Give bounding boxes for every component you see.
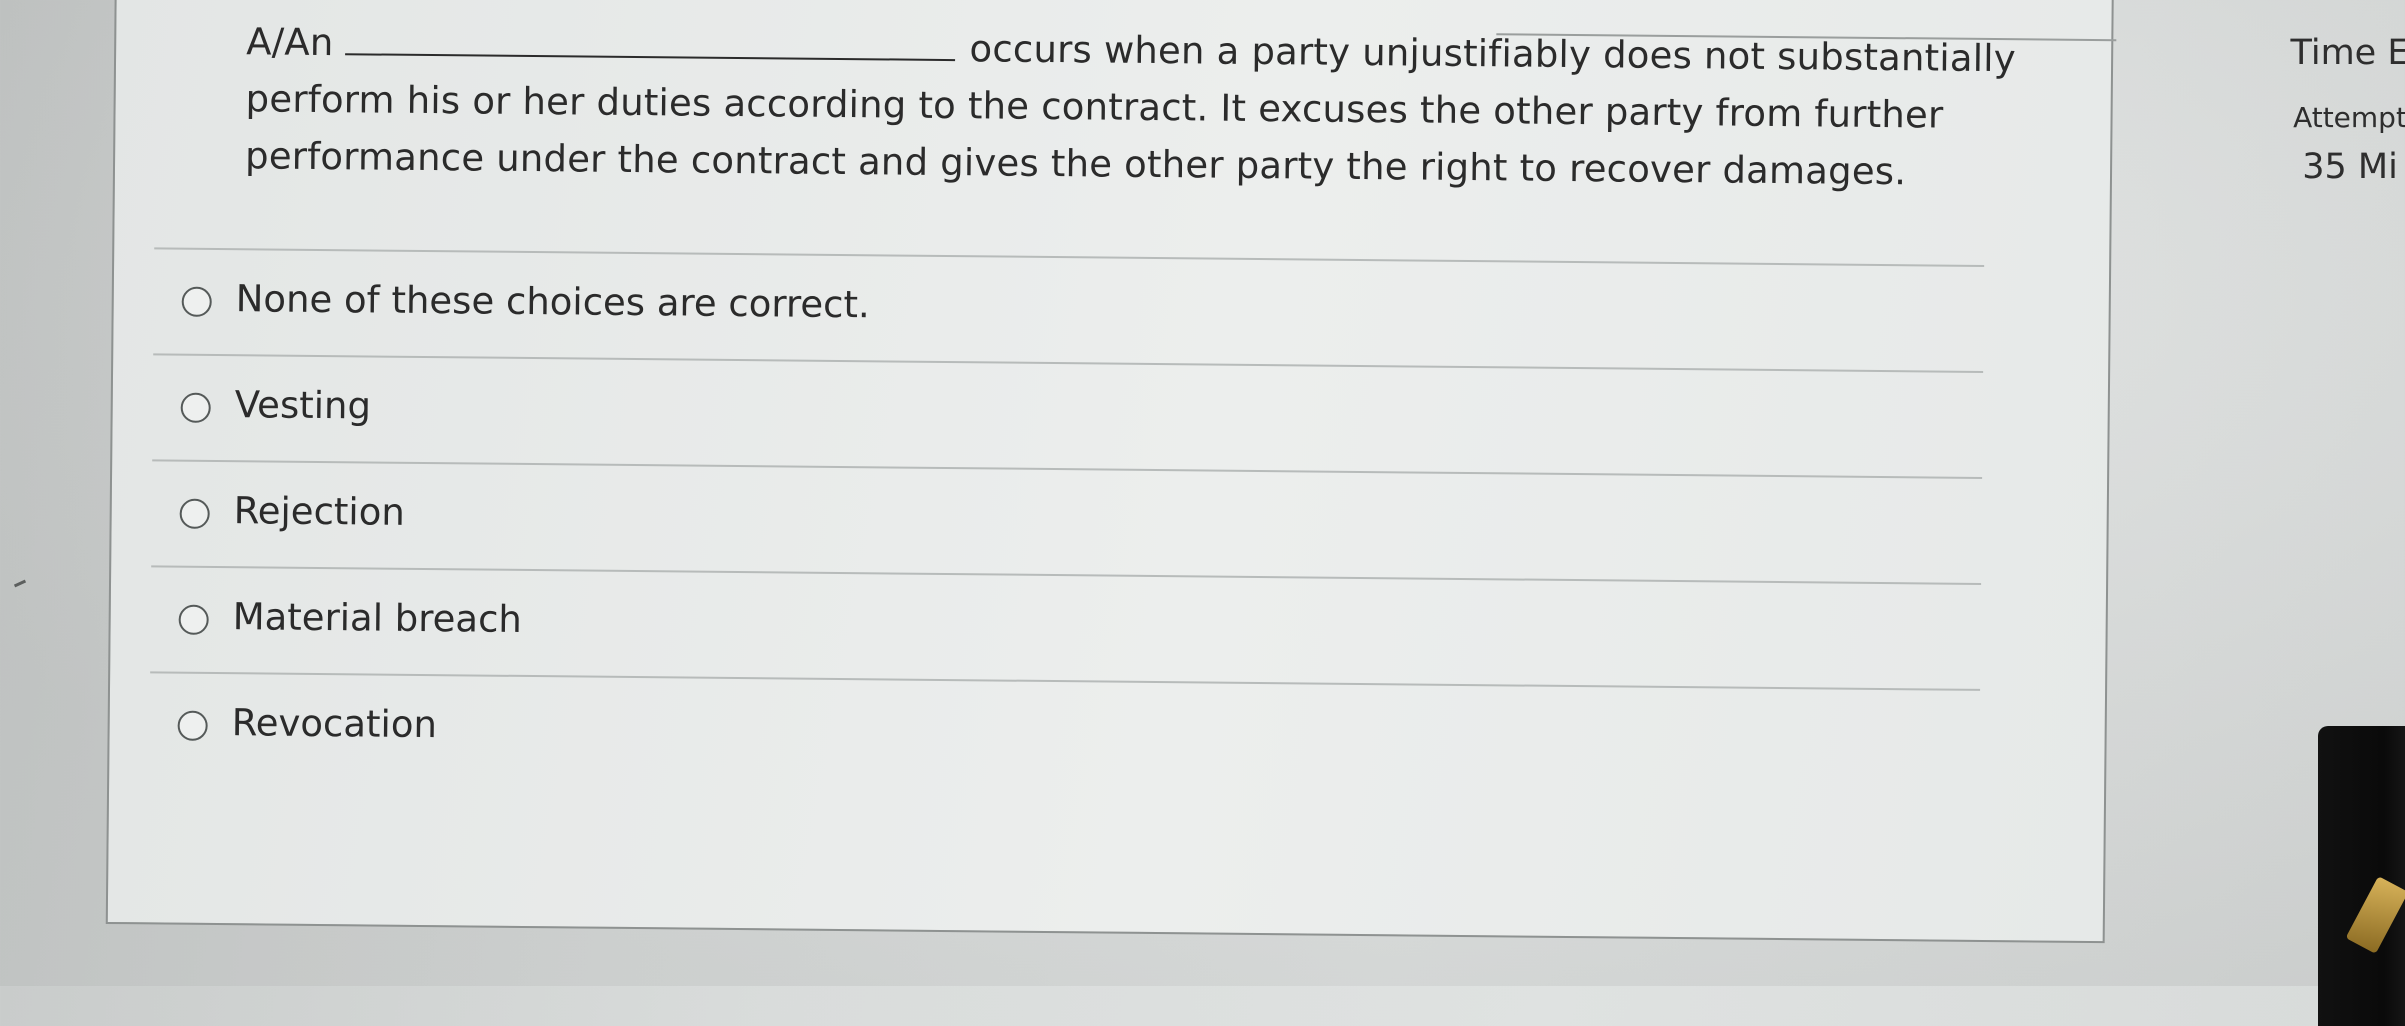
radio-button[interactable]: [179, 498, 210, 529]
time-elapsed-label: Time E: [2290, 33, 2405, 73]
answer-option-revocation[interactable]: Revocation: [149, 671, 1981, 795]
option-label: Rejection: [233, 489, 405, 534]
pen-mark: [13, 579, 27, 588]
option-label: Vesting: [234, 383, 372, 428]
radio-button[interactable]: [177, 710, 208, 741]
attempt-label: Attempt: [2293, 101, 2405, 134]
question-stem: A/An occurs when a party unjustifiably do…: [245, 13, 2097, 202]
question-panel: A/An occurs when a party unjustifiably do…: [105, 0, 2117, 944]
fill-in-blank: [345, 23, 956, 62]
option-label: None of these choices are correct.: [235, 277, 870, 327]
answer-option-material-breach[interactable]: Material breach: [150, 565, 1982, 689]
radio-button[interactable]: [180, 392, 211, 423]
answer-options: None of these choices are correct. Vesti…: [149, 247, 1985, 795]
device-edge: [2318, 726, 2405, 1026]
stem-prefix: A/An: [246, 20, 334, 65]
answer-option-rejection[interactable]: Rejection: [151, 459, 1983, 583]
timer-panel: Time E Attempt 35 Mi: [2270, 30, 2405, 190]
option-label: Revocation: [231, 701, 438, 747]
radio-button[interactable]: [181, 286, 212, 317]
radio-button[interactable]: [178, 604, 209, 635]
answer-option-vesting[interactable]: Vesting: [152, 353, 1984, 477]
option-label: Material breach: [232, 595, 523, 641]
answer-option-none[interactable]: None of these choices are correct.: [153, 247, 1985, 371]
minutes-label: 35 Mi: [2302, 147, 2398, 187]
